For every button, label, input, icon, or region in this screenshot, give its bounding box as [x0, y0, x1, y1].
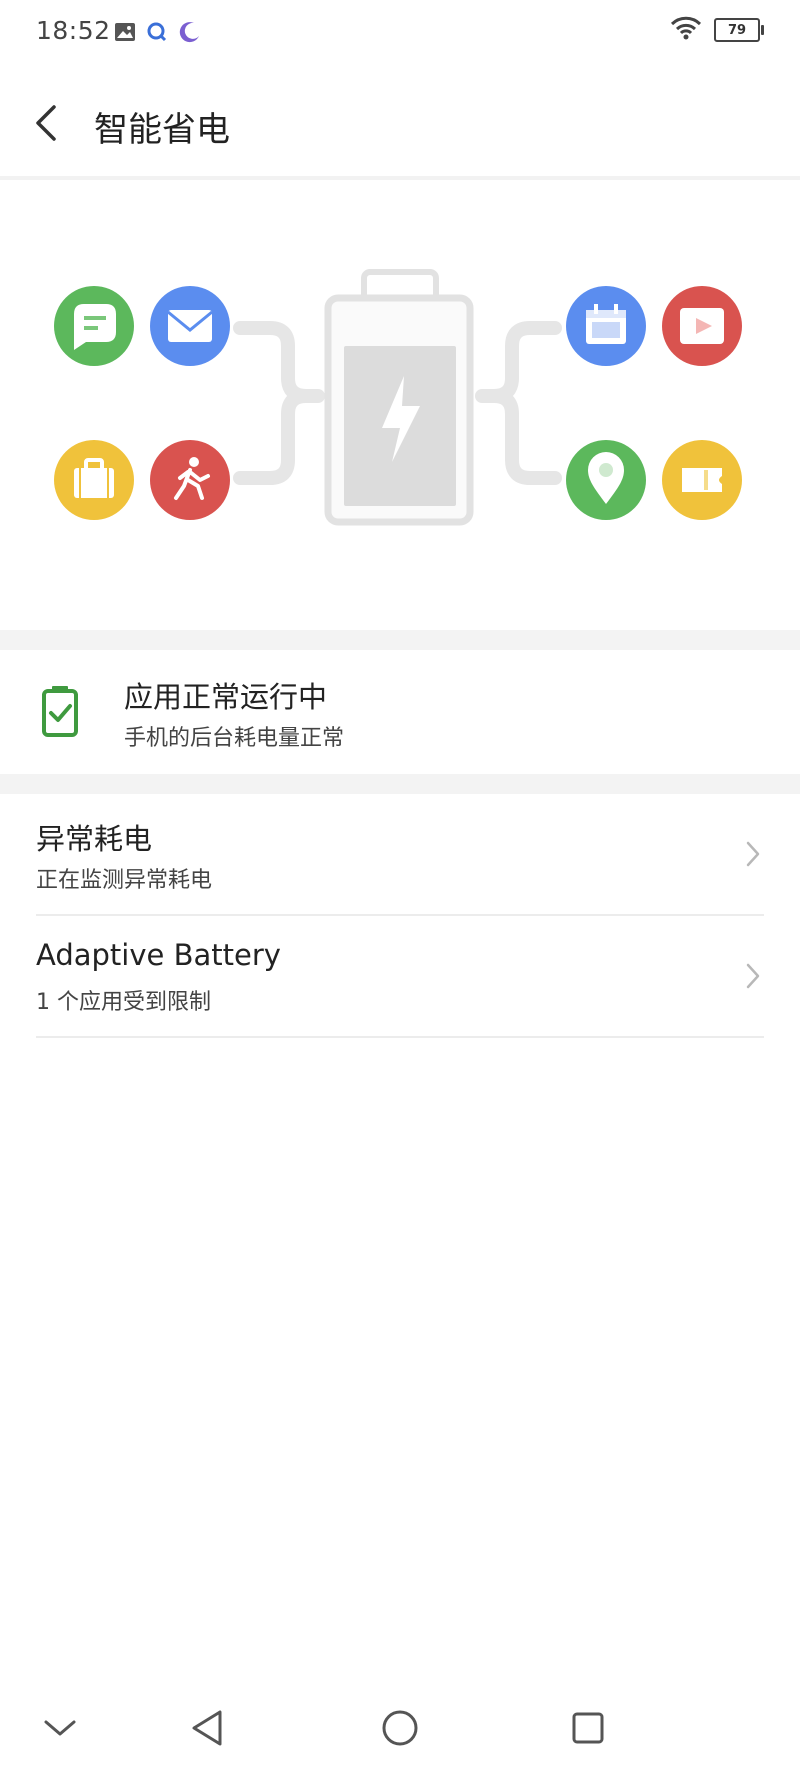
- status-bar: 18:52 79: [0, 0, 800, 68]
- page-title: 智能省电: [94, 110, 230, 150]
- list-item-adaptive-battery[interactable]: Adaptive Battery 1 个应用受到限制: [0, 916, 800, 1036]
- back-triangle-icon: [192, 1710, 222, 1746]
- list-item-subtitle: 正在监测异常耗电: [36, 868, 213, 893]
- chevron-right-icon: [746, 841, 760, 867]
- video-icon: [662, 286, 742, 366]
- moon-icon: [178, 20, 202, 48]
- search-app-icon: [146, 21, 168, 47]
- list-item-abnormal-power[interactable]: 异常耗电 正在监测异常耗电: [0, 794, 800, 914]
- list-item-title: 异常耗电: [36, 822, 153, 856]
- section-gap-2: [0, 774, 800, 794]
- running-icon: [150, 440, 230, 520]
- nav-recents-button[interactable]: [558, 1698, 618, 1758]
- recents-square-icon: [572, 1712, 604, 1744]
- message-icon: [54, 286, 134, 366]
- wifi-icon: [670, 16, 702, 44]
- navigation-bar: [0, 1680, 800, 1778]
- collapse-icon: [44, 1720, 76, 1736]
- chevron-left-icon: [36, 105, 56, 141]
- screen: 18:52 79 智能省电 应用正常运行中 手机的后台耗电量正常 异常耗电 正在…: [0, 0, 800, 1778]
- image-icon: [114, 22, 136, 46]
- system-status-icons: 79: [670, 16, 764, 44]
- battery-illustration-icon: [324, 269, 474, 526]
- battery-icon: 79: [714, 18, 764, 42]
- illustration: [0, 180, 800, 630]
- section-gap-1: [0, 630, 800, 650]
- home-circle-icon: [382, 1710, 418, 1746]
- status-card: 应用正常运行中 手机的后台耗电量正常: [0, 650, 800, 774]
- connector-right: [475, 321, 562, 485]
- briefcase-icon: [54, 440, 134, 520]
- chevron-right-icon: [746, 963, 760, 989]
- list-item-subtitle: 1 个应用受到限制: [36, 990, 211, 1015]
- mail-icon: [150, 286, 230, 366]
- list-divider: [36, 1036, 764, 1038]
- status-card-title: 应用正常运行中: [124, 680, 328, 714]
- status-time: 18:52: [36, 16, 111, 45]
- calendar-icon: [566, 286, 646, 366]
- ticket-icon: [662, 440, 742, 520]
- status-card-subtitle: 手机的后台耗电量正常: [124, 726, 345, 751]
- list-item-title: Adaptive Battery: [36, 938, 281, 972]
- battery-check-icon: [40, 684, 80, 742]
- header: 智能省电: [0, 68, 800, 178]
- location-icon: [566, 440, 646, 520]
- connector-left: [233, 321, 325, 485]
- back-button[interactable]: [22, 98, 72, 148]
- nav-back-button[interactable]: [178, 1698, 238, 1758]
- collapse-button[interactable]: [30, 1698, 90, 1758]
- nav-home-button[interactable]: [370, 1698, 430, 1758]
- notification-icons: [114, 20, 202, 48]
- battery-level: 79: [727, 22, 747, 38]
